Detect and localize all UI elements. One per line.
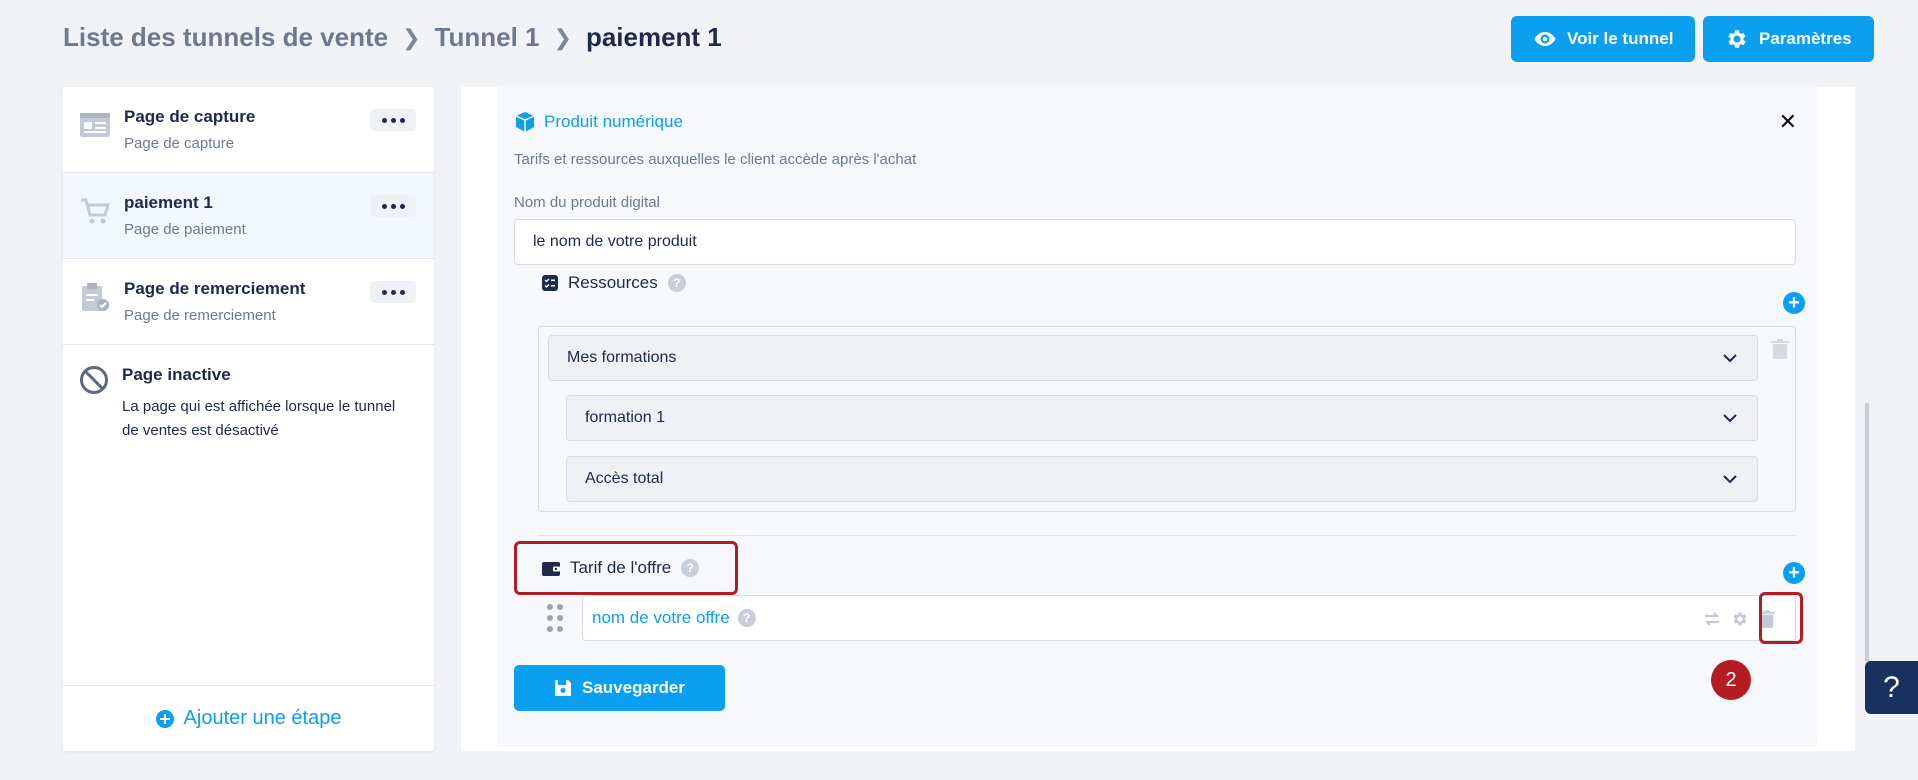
resources-box: Mes formations formation 1 Accès total — [538, 326, 1796, 512]
formation-select-value: formation 1 — [585, 409, 666, 426]
sidebar-step-inactive[interactable]: Page inactive La page qui est affichée l… — [63, 345, 434, 443]
offer-name[interactable]: nom de votre offre — [592, 608, 730, 628]
product-description: Tarifs et ressources auxquelles le clien… — [514, 151, 917, 168]
step-subtitle: Page de capture — [124, 135, 235, 152]
add-step-button[interactable]: Ajouter une étape — [63, 685, 434, 751]
floppy-disk-icon — [555, 680, 571, 696]
product-name-label: Nom du produit digital — [514, 194, 660, 211]
step-subtitle: Page de remerciement — [124, 307, 276, 324]
trash-icon[interactable] — [1771, 339, 1789, 359]
product-name-input[interactable] — [514, 219, 1796, 265]
help-icon[interactable]: ? — [681, 559, 700, 577]
sidebar-step-capture[interactable]: Page de capture Page de capture — [63, 87, 434, 173]
gear-icon[interactable] — [1731, 610, 1749, 628]
breadcrumb: Liste des tunnels de vente ❯ Tunnel 1 ❯ … — [63, 22, 722, 53]
digital-product-editor: Produit numérique ✕ Tarifs et ressources… — [497, 87, 1817, 747]
blocked-icon — [80, 366, 108, 394]
product-title: Produit numérique — [514, 111, 683, 133]
cart-icon — [81, 198, 111, 224]
view-tunnel-button[interactable]: Voir le tunnel — [1511, 16, 1696, 62]
plus-circle-icon — [155, 709, 174, 728]
offer-row[interactable]: nom de votre offre ? — [582, 595, 1796, 641]
chevron-right-icon: ❯ — [402, 24, 421, 50]
step-title: Page inactive — [122, 365, 231, 384]
breadcrumb-current: paiement 1 — [585, 22, 722, 52]
step-number-badge: 2 — [1711, 660, 1751, 700]
highlight-box-delete — [1759, 592, 1803, 644]
more-options-icon[interactable] — [370, 195, 416, 217]
view-tunnel-label: Voir le tunnel — [1567, 29, 1674, 48]
box-icon — [515, 112, 535, 132]
main-panel: Produit numérique ✕ Tarifs et ressources… — [461, 87, 1869, 751]
save-button[interactable]: Sauvegarder — [514, 665, 725, 711]
clipboard-check-icon — [82, 283, 109, 311]
add-offer-button[interactable]: + — [1783, 562, 1805, 584]
resources-header: Ressources ? — [542, 273, 686, 293]
product-title-text: Produit numérique — [544, 112, 683, 131]
drag-handle-icon[interactable] — [546, 603, 564, 633]
help-button[interactable]: ? — [1865, 661, 1918, 714]
formations-select[interactable]: Mes formations — [548, 335, 1758, 381]
formation-select[interactable]: formation 1 — [566, 395, 1758, 441]
step-description: La page qui est affichée lorsque le tunn… — [122, 398, 396, 439]
swap-icon[interactable] — [1703, 611, 1721, 627]
sidebar-step-thankyou[interactable]: Page de remerciement Page de remerciemen… — [63, 259, 434, 345]
gear-icon — [1728, 30, 1746, 48]
formations-select-value: Mes formations — [567, 349, 677, 366]
pricing-header: Tarif de l'offre ? — [542, 558, 700, 578]
checklist-icon — [542, 275, 558, 291]
eye-icon — [1534, 32, 1556, 46]
breadcrumb-item-funnel-list[interactable]: Liste des tunnels de vente — [63, 22, 388, 53]
chevron-right-icon: ❯ — [553, 24, 572, 50]
help-icon[interactable]: ? — [667, 274, 686, 292]
add-resource-button[interactable]: + — [1783, 292, 1805, 314]
more-options-icon[interactable] — [370, 109, 416, 131]
save-label: Sauvegarder — [582, 678, 685, 697]
chevron-down-icon — [1723, 475, 1737, 484]
breadcrumb-item-tunnel[interactable]: Tunnel 1 — [435, 22, 540, 53]
steps-sidebar: Page de capture Page de capture paiement… — [63, 87, 434, 751]
settings-label: Paramètres — [1759, 29, 1852, 48]
wallet-icon — [542, 562, 560, 576]
step-subtitle: Page de paiement — [124, 221, 246, 238]
access-select[interactable]: Accès total — [566, 456, 1758, 502]
close-icon[interactable]: ✕ — [1779, 109, 1797, 135]
settings-button[interactable]: Paramètres — [1703, 16, 1874, 62]
resources-label: Ressources — [568, 273, 658, 292]
help-icon[interactable]: ? — [737, 609, 756, 627]
sidebar-step-payment[interactable]: paiement 1 Page de paiement — [63, 173, 434, 259]
more-options-icon[interactable] — [370, 281, 416, 303]
pricing-label: Tarif de l'offre — [570, 558, 672, 577]
section-divider — [538, 535, 1796, 536]
access-select-value: Accès total — [585, 470, 664, 487]
chevron-down-icon — [1723, 414, 1737, 423]
chevron-down-icon — [1723, 354, 1737, 363]
capture-page-icon — [80, 113, 110, 137]
add-step-label: Ajouter une étape — [183, 707, 342, 729]
scrollbar[interactable] — [1865, 403, 1869, 663]
